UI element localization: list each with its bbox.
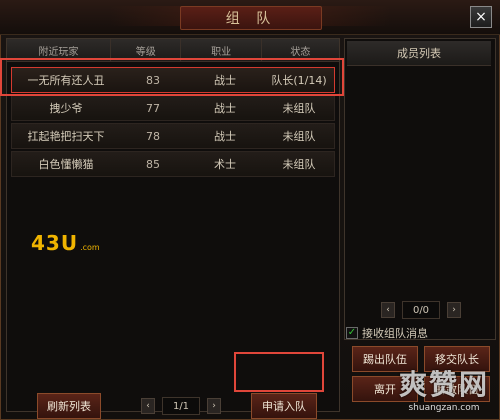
logo-suffix: .com (80, 243, 100, 252)
player-name: 白色懂懒猫 (38, 158, 94, 171)
chevron-left-icon: ‹ (146, 401, 150, 411)
player-class: 战士 (214, 74, 236, 87)
player-level: 85 (146, 157, 160, 171)
player-status: 未组队 (282, 130, 316, 143)
chevron-right-icon: › (212, 401, 216, 411)
chevron-left-icon: ‹ (386, 305, 390, 315)
player-row[interactable]: 一无所有还人丑 83 战士 队长(1/14) (11, 67, 335, 93)
player-row[interactable]: 白色懂懒猫 85 术士 未组队 (11, 151, 335, 177)
table-header: 附近玩家 等级 职业 状态 (7, 39, 339, 62)
title-plate: 组 队 (180, 6, 322, 30)
apply-join-button[interactable]: 申请入队 (251, 393, 317, 419)
watermark-sub: shuangzan.com (408, 403, 480, 413)
header-level[interactable]: 等级 (111, 39, 182, 61)
player-class: 术士 (214, 158, 236, 171)
player-name: 拽少爷 (49, 102, 83, 115)
close-button[interactable]: × (470, 6, 492, 28)
player-row[interactable]: 拽少爷 77 战士 未组队 (11, 95, 335, 121)
header-class[interactable]: 职业 (181, 39, 262, 61)
members-pager: ‹ 0/0 › (381, 301, 461, 319)
nearby-pager: ‹ 1/1 › (141, 397, 221, 415)
close-icon: × (475, 9, 487, 25)
player-level: 77 (146, 101, 160, 115)
header-nearby-players[interactable]: 附近玩家 (7, 39, 112, 61)
player-status: 队长(1/14) (271, 74, 327, 87)
receive-team-msg-option[interactable]: ✓ 接收组队消息 (346, 326, 428, 340)
members-prev-button[interactable]: ‹ (381, 302, 395, 318)
player-level: 78 (146, 129, 160, 143)
player-name: 一无所有还人丑 (27, 74, 105, 87)
members-header: 成员列表 (347, 41, 491, 66)
player-class: 战士 (214, 102, 236, 115)
player-level: 83 (146, 73, 160, 87)
next-page-button[interactable]: › (207, 398, 221, 414)
window-title: 组 队 (225, 11, 277, 27)
page-indicator: 1/1 (162, 397, 200, 415)
title-bar: 组 队 × (0, 0, 500, 35)
members-page-indicator: 0/0 (402, 301, 440, 319)
player-row[interactable]: 扛起艳把扫天下 78 战士 未组队 (11, 123, 335, 149)
watermark-main: 爽赞网 (398, 368, 489, 401)
player-status: 未组队 (282, 102, 316, 115)
nearby-players-list: 一无所有还人丑 83 战士 队长(1/14) 拽少爷 77 战士 未组队 扛起艳… (7, 65, 339, 179)
player-class: 战士 (214, 130, 236, 143)
check-icon: ✓ (347, 327, 357, 338)
members-panel: 成员列表 ‹ 0/0 › (344, 38, 496, 340)
apply-button-highlight (234, 352, 324, 392)
prev-page-button[interactable]: ‹ (141, 398, 155, 414)
receive-team-msg-checkbox[interactable]: ✓ (346, 327, 358, 339)
refresh-list-button[interactable]: 刷新列表 (37, 393, 101, 419)
header-status[interactable]: 状态 (262, 39, 339, 61)
site-logo: 43U .com (31, 231, 100, 255)
members-next-button[interactable]: › (447, 302, 461, 318)
watermark: 爽赞网 shuangzan.com (388, 356, 500, 420)
logo-text: 43U (31, 231, 79, 255)
player-name: 扛起艳把扫天下 (27, 130, 105, 143)
receive-team-msg-label: 接收组队消息 (362, 327, 428, 340)
chevron-right-icon: › (452, 305, 456, 315)
player-status: 未组队 (282, 158, 316, 171)
